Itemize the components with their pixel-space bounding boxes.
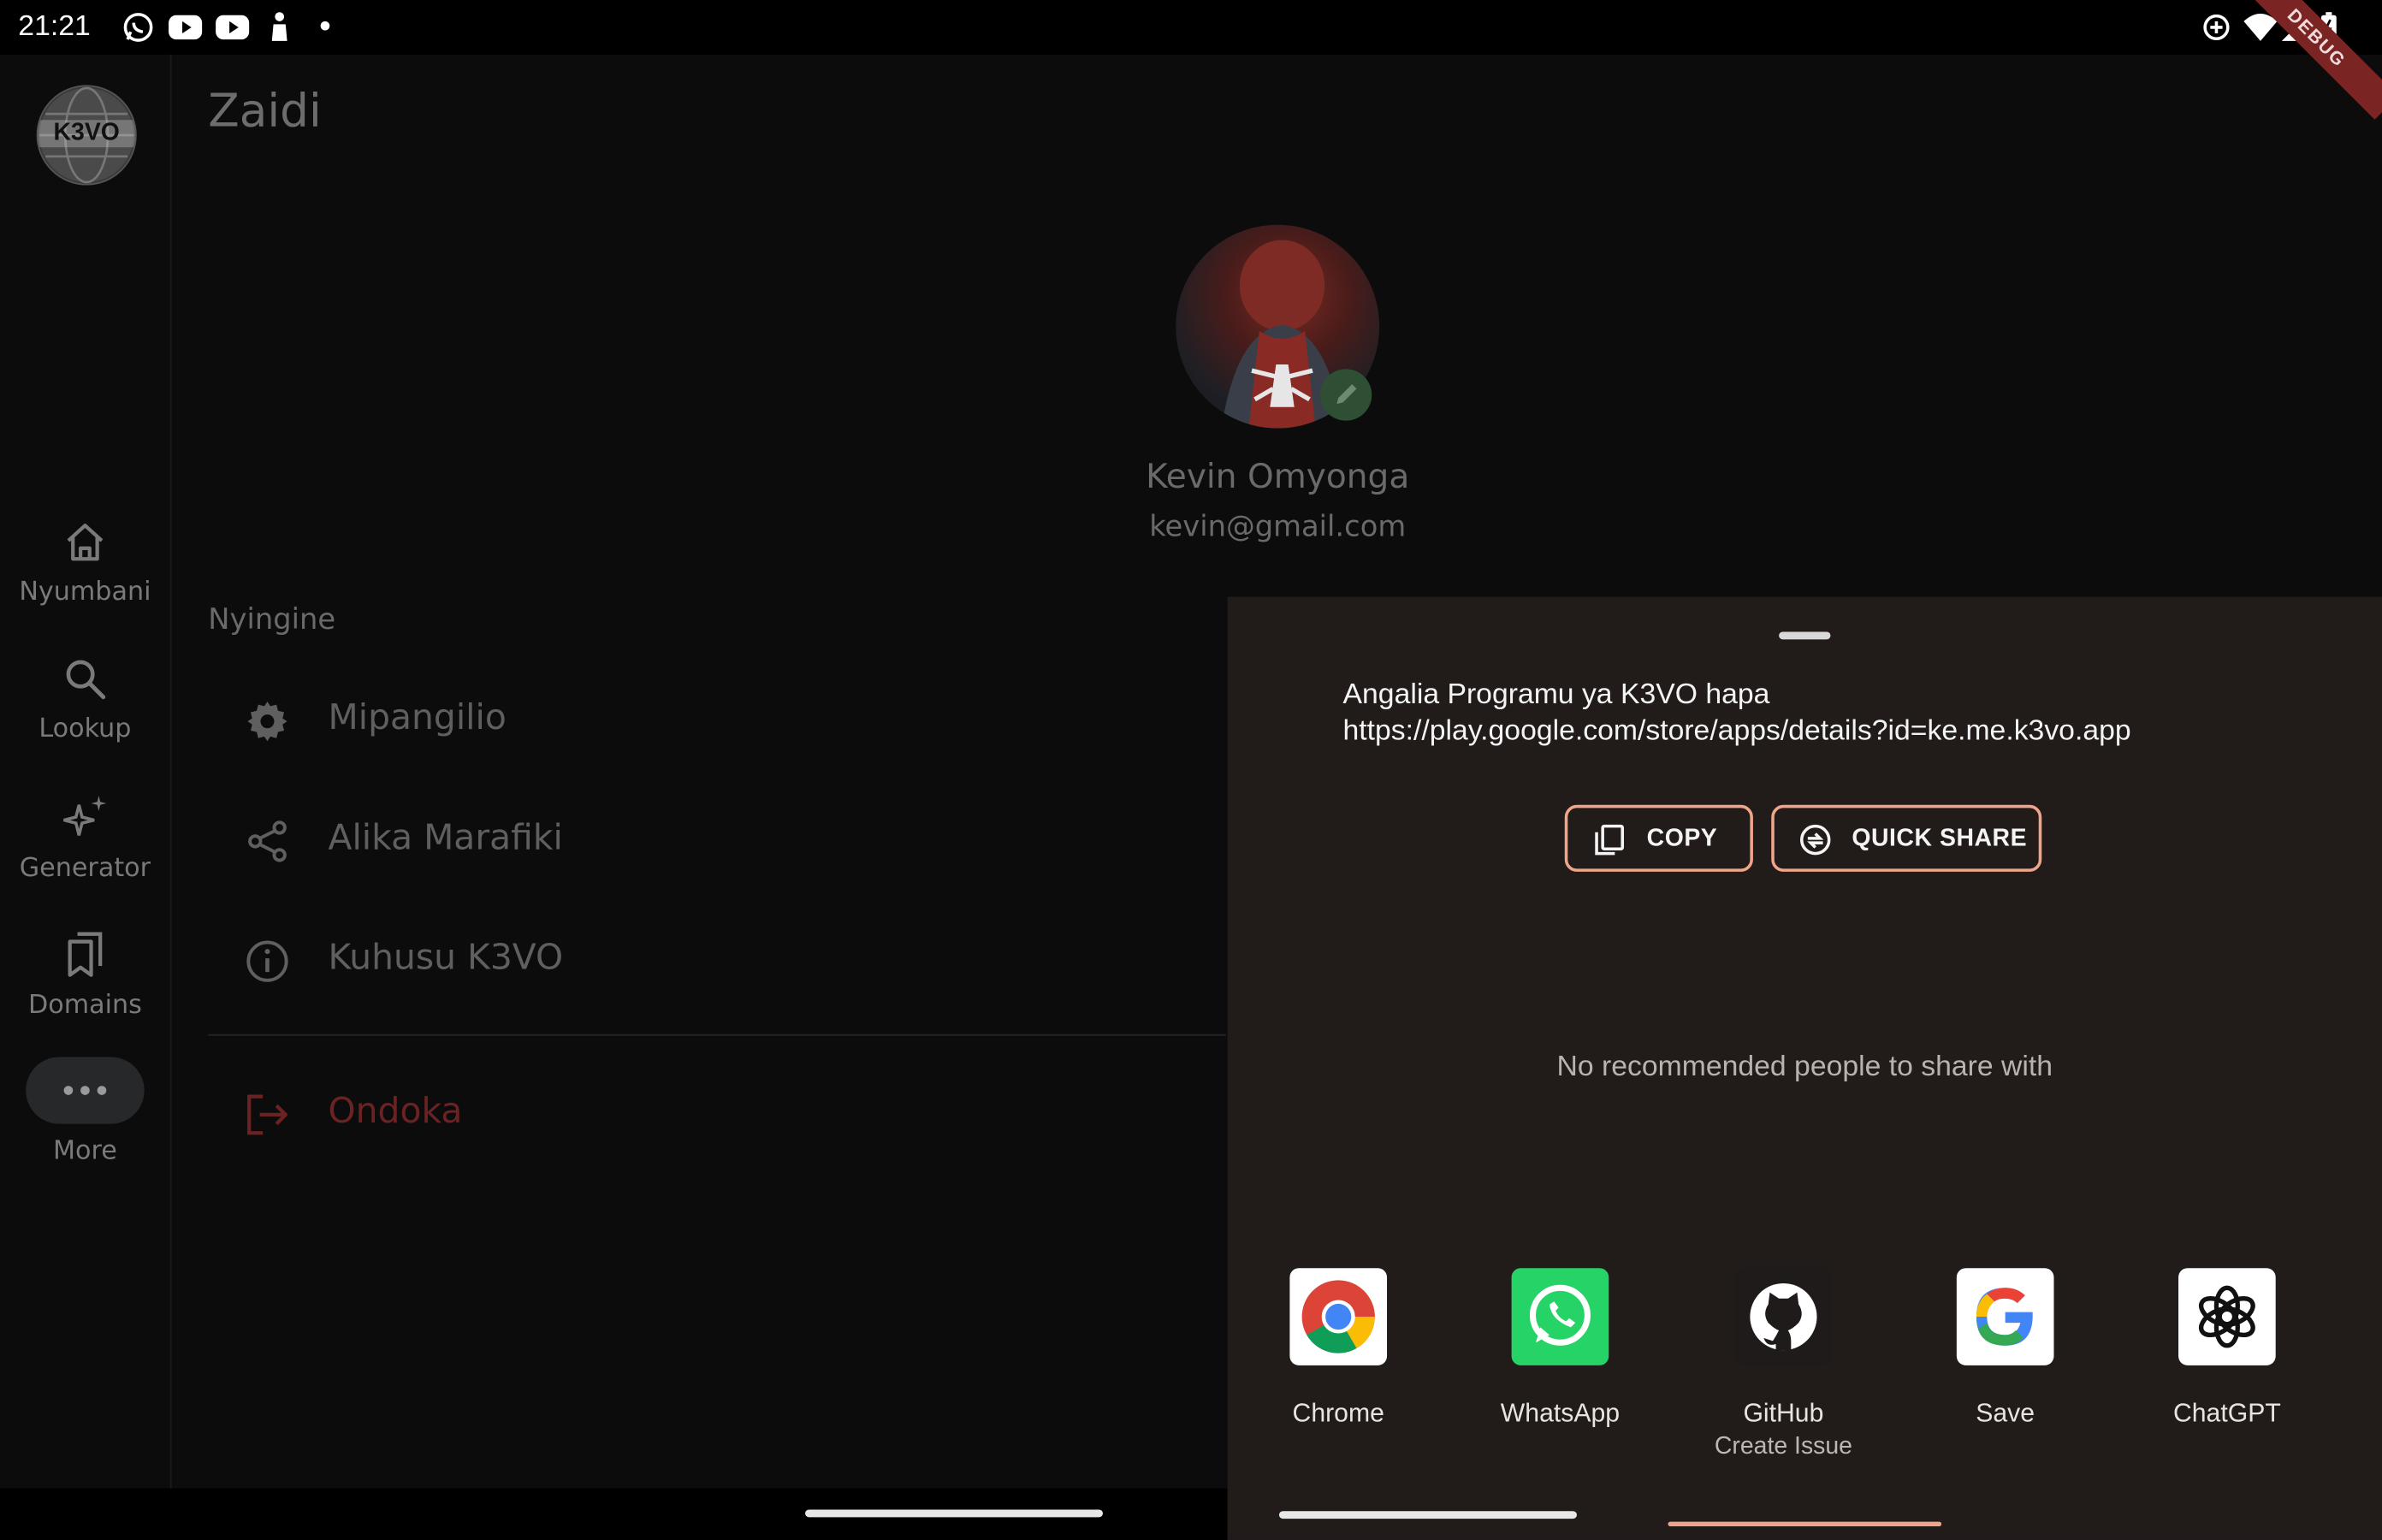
app-label: ChatGPT <box>2172 1398 2281 1428</box>
app-label: GitHub <box>1743 1398 1824 1428</box>
app-label: Chrome <box>1292 1398 1384 1428</box>
share-target-chrome[interactable]: Chrome <box>1247 1268 1430 1430</box>
page-indicator <box>1668 1521 1942 1526</box>
gear-icon <box>247 702 287 742</box>
menu-item-about[interactable]: Kuhusu K3VO <box>208 915 1226 1006</box>
chrome-icon <box>1289 1268 1388 1365</box>
profile-email: kevin@gmail.com <box>1149 510 1407 544</box>
rail-label: Lookup <box>39 714 132 744</box>
share-target-chatgpt[interactable]: ChatGPT <box>2136 1268 2318 1430</box>
rail-label: Domains <box>27 990 142 1021</box>
copy-label: COPY <box>1646 826 1718 852</box>
app-label: Save <box>1976 1398 2035 1428</box>
menu-item-label: Alika Marafiki <box>328 818 563 858</box>
logout-icon <box>247 1094 287 1135</box>
github-icon <box>1734 1268 1833 1365</box>
google-icon <box>1956 1268 2054 1365</box>
share-text-preview: Angalia Programu ya K3VO hapa https://pl… <box>1343 678 2131 750</box>
app-sublabel: Create Issue <box>1714 1433 1852 1460</box>
section-header: Nyingine <box>208 602 336 637</box>
quick-share-label: QUICK SHARE <box>1852 826 2028 852</box>
no-recommended-people-text: No recommended people to share with <box>1556 1051 2053 1083</box>
share-text-line: Angalia Programu ya K3VO hapa <box>1342 678 1770 711</box>
rail-item-domains[interactable]: Domains <box>0 929 170 1021</box>
app-label: WhatsApp <box>1500 1398 1621 1428</box>
share-icon <box>248 820 287 862</box>
info-icon <box>246 940 288 982</box>
chatgpt-icon <box>2178 1268 2276 1365</box>
logo-text: K3VO <box>38 120 136 148</box>
data-saver-icon <box>2203 14 2230 41</box>
menu-item-share[interactable]: Alika Marafiki <box>208 794 1226 886</box>
share-target-github-create-issue[interactable]: GitHub Create Issue <box>1692 1268 1875 1464</box>
profile-name: Kevin Omyonga <box>1146 459 1410 497</box>
quick-share-button[interactable]: QUICK SHARE <box>1771 804 2042 872</box>
menu-divider <box>208 1034 1226 1036</box>
home-indicator-right[interactable] <box>1278 1511 1577 1519</box>
app-logo: K3VO <box>36 85 137 186</box>
navigation-rail: K3VO Nyumbani Lookup Generator Domains M… <box>0 54 172 1489</box>
share-target-save[interactable]: Save <box>1914 1268 2096 1430</box>
share-url: https://play.google.com/store/apps/detai… <box>1342 715 2131 748</box>
rail-label: Generator <box>19 853 151 885</box>
youtube-notification-icon <box>169 15 203 40</box>
menu-item-label: Mipangilio <box>328 698 507 738</box>
whatsapp-icon <box>1511 1268 1609 1365</box>
share-sheet: Angalia Programu ya K3VO hapa https://pl… <box>1227 596 2382 1540</box>
logout-label: Ondoka <box>328 1092 463 1132</box>
logout-button[interactable]: Ondoka <box>208 1068 1226 1159</box>
quick-share-icon <box>1799 824 1831 856</box>
rail-label: Nyumbani <box>19 577 151 608</box>
more-notifications-dot <box>320 21 330 31</box>
copy-icon <box>1595 824 1625 856</box>
more-horizontal-icon <box>63 1086 107 1095</box>
search-icon <box>66 660 106 700</box>
person-notification-icon <box>271 12 287 41</box>
status-time: 21:21 <box>18 10 91 43</box>
rail-item-nyumbani[interactable]: Nyumbani <box>0 519 170 607</box>
rail-label: More <box>53 1135 117 1167</box>
edit-avatar-button[interactable] <box>1319 369 1372 421</box>
pencil-icon <box>1336 384 1357 405</box>
screen: 21:21 DEBUG K3VO Nyumbani Lookup Generat… <box>0 0 2382 1540</box>
bookmarks-icon <box>68 932 103 977</box>
more-selected-indicator <box>26 1057 145 1124</box>
rail-item-more[interactable]: More <box>0 1057 170 1166</box>
youtube-notification-icon-2 <box>216 15 250 40</box>
whatsapp-notification-icon <box>123 13 153 42</box>
menu-item-settings[interactable]: Mipangilio <box>208 674 1226 766</box>
home-icon <box>67 524 104 561</box>
system-navigation-bar <box>0 1488 1228 1540</box>
share-target-whatsapp[interactable]: WhatsApp <box>1469 1268 1651 1430</box>
copy-button[interactable]: COPY <box>1564 804 1753 872</box>
drag-handle[interactable] <box>1779 631 1831 640</box>
menu-item-label: Kuhusu K3VO <box>328 939 564 979</box>
rail-item-lookup[interactable]: Lookup <box>0 656 170 744</box>
page-title: Zaidi <box>208 85 322 139</box>
status-bar: 21:21 DEBUG <box>0 0 2382 120</box>
rail-item-generator[interactable]: Generator <box>0 793 170 885</box>
sparkles-icon <box>63 796 107 836</box>
home-indicator[interactable] <box>805 1509 1104 1518</box>
